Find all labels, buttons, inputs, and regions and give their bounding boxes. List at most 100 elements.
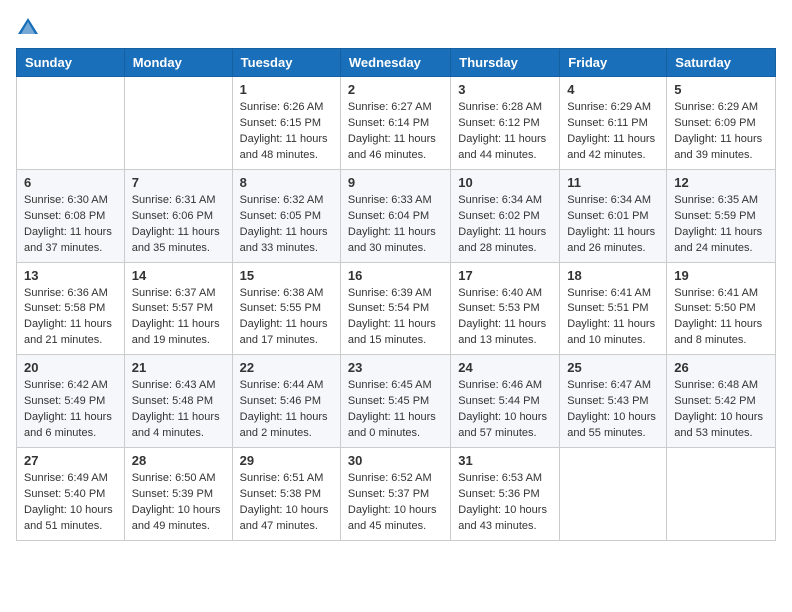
logo [16,16,44,40]
day-info: Sunrise: 6:34 AM Sunset: 6:01 PM Dayligh… [567,193,659,257]
calendar-cell: 6Sunrise: 6:30 AM Sunset: 6:08 PM Daylig… [17,169,125,262]
day-info: Sunrise: 6:34 AM Sunset: 6:02 PM Dayligh… [458,193,552,257]
column-header-friday: Friday [560,49,667,77]
day-number: 3 [458,82,552,97]
day-number: 11 [567,175,659,190]
day-number: 27 [24,453,117,468]
calendar-cell: 31 Sunrise: 6:53 AM Sunset: 5:36 PM Dayli… [451,448,560,541]
day-info: Sunrise: 6:36 AM Sunset: 5:58 PM Dayligh… [24,286,117,350]
calendar-cell: 9Sunrise: 6:33 AM Sunset: 6:04 PM Daylig… [340,169,450,262]
calendar-cell: 20 Sunrise: 6:42 AM Sunset: 5:49 PM Dayli… [17,355,125,448]
calendar-cell: 18 Sunrise: 6:41 AM Sunset: 5:51 PM Dayli… [560,262,667,355]
page-header [16,16,776,40]
calendar-cell: 3 Sunrise: 6:28 AM Sunset: 6:12 PM Daylig… [451,77,560,170]
column-header-sunday: Sunday [17,49,125,77]
day-number: 12 [674,175,768,190]
day-number: 14 [132,268,225,283]
calendar-cell: 30 Sunrise: 6:52 AM Sunset: 5:37 PM Dayli… [340,448,450,541]
calendar-cell: 19 Sunrise: 6:41 AM Sunset: 5:50 PM Dayli… [667,262,776,355]
column-header-tuesday: Tuesday [232,49,340,77]
day-info: Sunrise: 6:37 AM Sunset: 5:57 PM Dayligh… [132,286,225,350]
day-number: 23 [348,360,443,375]
day-info: Sunrise: 6:38 AM Sunset: 5:55 PM Dayligh… [240,286,333,350]
day-number: 28 [132,453,225,468]
day-info: Sunrise: 6:47 AM Sunset: 5:43 PM Dayligh… [567,378,659,442]
day-info: Sunrise: 6:32 AM Sunset: 6:05 PM Dayligh… [240,193,333,257]
day-number: 18 [567,268,659,283]
day-info: Sunrise: 6:43 AM Sunset: 5:48 PM Dayligh… [132,378,225,442]
day-number: 31 [458,453,552,468]
day-info: Sunrise: 6:45 AM Sunset: 5:45 PM Dayligh… [348,378,443,442]
calendar-cell: 27 Sunrise: 6:49 AM Sunset: 5:40 PM Dayli… [17,448,125,541]
calendar-cell: 28 Sunrise: 6:50 AM Sunset: 5:39 PM Dayli… [124,448,232,541]
calendar-cell: 16Sunrise: 6:39 AM Sunset: 5:54 PM Dayli… [340,262,450,355]
calendar-cell: 14 Sunrise: 6:37 AM Sunset: 5:57 PM Dayli… [124,262,232,355]
calendar-cell: 11 Sunrise: 6:34 AM Sunset: 6:01 PM Dayli… [560,169,667,262]
calendar-cell [124,77,232,170]
day-number: 20 [24,360,117,375]
day-info: Sunrise: 6:46 AM Sunset: 5:44 PM Dayligh… [458,378,552,442]
day-info: Sunrise: 6:27 AM Sunset: 6:14 PM Dayligh… [348,100,443,164]
day-info: Sunrise: 6:49 AM Sunset: 5:40 PM Dayligh… [24,471,117,535]
calendar-cell [17,77,125,170]
day-info: Sunrise: 6:26 AM Sunset: 6:15 PM Dayligh… [240,100,333,164]
day-info: Sunrise: 6:28 AM Sunset: 6:12 PM Dayligh… [458,100,552,164]
day-number: 26 [674,360,768,375]
calendar-cell: 29 Sunrise: 6:51 AM Sunset: 5:38 PM Dayli… [232,448,340,541]
calendar-cell: 26 Sunrise: 6:48 AM Sunset: 5:42 PM Dayli… [667,355,776,448]
day-info: Sunrise: 6:50 AM Sunset: 5:39 PM Dayligh… [132,471,225,535]
calendar-cell: 4 Sunrise: 6:29 AM Sunset: 6:11 PM Daylig… [560,77,667,170]
calendar-cell: 15 Sunrise: 6:38 AM Sunset: 5:55 PM Dayli… [232,262,340,355]
day-info: Sunrise: 6:41 AM Sunset: 5:51 PM Dayligh… [567,286,659,350]
day-number: 1 [240,82,333,97]
day-info: Sunrise: 6:48 AM Sunset: 5:42 PM Dayligh… [674,378,768,442]
calendar-cell: 1 Sunrise: 6:26 AM Sunset: 6:15 PM Daylig… [232,77,340,170]
calendar-cell: 23 Sunrise: 6:45 AM Sunset: 5:45 PM Dayli… [340,355,450,448]
calendar-cell: 22Sunrise: 6:44 AM Sunset: 5:46 PM Dayli… [232,355,340,448]
day-number: 30 [348,453,443,468]
day-number: 8 [240,175,333,190]
day-info: Sunrise: 6:41 AM Sunset: 5:50 PM Dayligh… [674,286,768,350]
day-number: 19 [674,268,768,283]
calendar-cell: 2 Sunrise: 6:27 AM Sunset: 6:14 PM Daylig… [340,77,450,170]
day-info: Sunrise: 6:53 AM Sunset: 5:36 PM Dayligh… [458,471,552,535]
calendar-week-row: 1 Sunrise: 6:26 AM Sunset: 6:15 PM Daylig… [17,77,776,170]
calendar-cell: 5Sunrise: 6:29 AM Sunset: 6:09 PM Daylig… [667,77,776,170]
column-header-monday: Monday [124,49,232,77]
calendar-week-row: 27 Sunrise: 6:49 AM Sunset: 5:40 PM Dayli… [17,448,776,541]
day-number: 16 [348,268,443,283]
column-header-wednesday: Wednesday [340,49,450,77]
day-number: 13 [24,268,117,283]
day-number: 29 [240,453,333,468]
day-number: 22 [240,360,333,375]
column-header-thursday: Thursday [451,49,560,77]
day-info: Sunrise: 6:35 AM Sunset: 5:59 PM Dayligh… [674,193,768,257]
day-number: 15 [240,268,333,283]
calendar-cell: 13 Sunrise: 6:36 AM Sunset: 5:58 PM Dayli… [17,262,125,355]
day-number: 9 [348,175,443,190]
calendar-table: SundayMondayTuesdayWednesdayThursdayFrid… [16,48,776,541]
column-header-saturday: Saturday [667,49,776,77]
day-number: 6 [24,175,117,190]
calendar-cell: 17 Sunrise: 6:40 AM Sunset: 5:53 PM Dayli… [451,262,560,355]
day-number: 4 [567,82,659,97]
day-info: Sunrise: 6:52 AM Sunset: 5:37 PM Dayligh… [348,471,443,535]
calendar-cell: 12 Sunrise: 6:35 AM Sunset: 5:59 PM Dayli… [667,169,776,262]
day-number: 2 [348,82,443,97]
calendar-cell: 25Sunrise: 6:47 AM Sunset: 5:43 PM Dayli… [560,355,667,448]
day-info: Sunrise: 6:40 AM Sunset: 5:53 PM Dayligh… [458,286,552,350]
day-info: Sunrise: 6:42 AM Sunset: 5:49 PM Dayligh… [24,378,117,442]
calendar-cell: 8 Sunrise: 6:32 AM Sunset: 6:05 PM Daylig… [232,169,340,262]
day-number: 24 [458,360,552,375]
calendar-cell: 21Sunrise: 6:43 AM Sunset: 5:48 PM Dayli… [124,355,232,448]
day-info: Sunrise: 6:51 AM Sunset: 5:38 PM Dayligh… [240,471,333,535]
day-info: Sunrise: 6:29 AM Sunset: 6:09 PM Dayligh… [674,100,768,164]
day-number: 17 [458,268,552,283]
calendar-header-row: SundayMondayTuesdayWednesdayThursdayFrid… [17,49,776,77]
calendar-cell [560,448,667,541]
calendar-cell [667,448,776,541]
day-info: Sunrise: 6:29 AM Sunset: 6:11 PM Dayligh… [567,100,659,164]
calendar-week-row: 13 Sunrise: 6:36 AM Sunset: 5:58 PM Dayli… [17,262,776,355]
calendar-week-row: 6Sunrise: 6:30 AM Sunset: 6:08 PM Daylig… [17,169,776,262]
day-number: 7 [132,175,225,190]
